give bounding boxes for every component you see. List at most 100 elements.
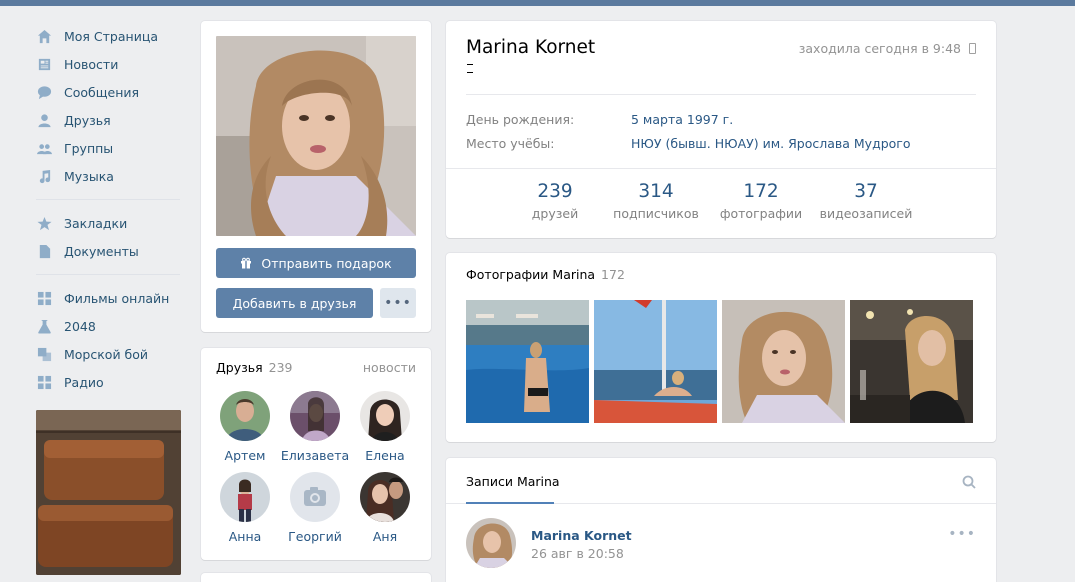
more-dots-icon: ••• <box>384 295 412 311</box>
add-friend-label: Добавить в друзья <box>232 295 357 311</box>
home-icon <box>36 28 52 44</box>
nav-item-label: Фильмы онлайн <box>64 290 170 306</box>
photo-thumbnail[interactable] <box>722 300 845 423</box>
nav-item-label: Радио <box>64 374 104 390</box>
online-status: заходила сегодня в 9:48 <box>799 41 976 56</box>
counter-followers[interactable]: 314 подписчиков <box>605 181 707 221</box>
friend-name[interactable]: Аня <box>373 529 397 544</box>
friend-avatar[interactable] <box>360 472 410 522</box>
photo-thumbnail[interactable] <box>466 300 589 423</box>
nav-item-label: Друзья <box>64 112 111 128</box>
friend-avatar-placeholder[interactable] <box>290 472 340 522</box>
friend-item[interactable]: Артем <box>210 391 280 463</box>
camera-icon <box>290 472 340 522</box>
nav-item-groups[interactable]: Группы <box>30 134 182 162</box>
friends-grid: Артем Елизавета Елена Анна Георгий Аня <box>210 391 422 544</box>
photos-title: Фотографии Marina <box>466 267 596 282</box>
next-block-stub <box>201 573 431 582</box>
friends-count: 239 <box>268 360 293 375</box>
photos-row <box>466 300 973 423</box>
nav-item-sea-battle[interactable]: Морской бой <box>30 340 182 368</box>
study-value[interactable]: НЮУ (бывш. НЮАУ) им. Ярослава Мудрого <box>631 136 911 151</box>
friend-avatar[interactable] <box>360 391 410 441</box>
nav-item-label: Моя Страница <box>64 28 158 44</box>
document-icon <box>36 243 52 259</box>
search-icon[interactable] <box>962 475 976 489</box>
friend-avatar[interactable] <box>220 391 270 441</box>
profile-avatar-card: Отправить подарок Добавить в друзья ••• <box>201 21 431 332</box>
photos-count: 172 <box>601 267 625 282</box>
add-friend-button[interactable]: Добавить в друзья <box>216 288 373 318</box>
friend-item[interactable]: Елизавета <box>280 391 350 463</box>
friend-item[interactable]: Георгий <box>280 472 350 544</box>
friends-header[interactable]: Друзья 239 <box>216 360 293 375</box>
birthday-value[interactable]: 5 марта 1997 г. <box>631 112 733 127</box>
nav-item-label: Музыка <box>64 168 114 184</box>
profile-name: Marina Kornet <box>466 37 596 58</box>
counter-videos[interactable]: 37 видеозаписей <box>815 181 917 221</box>
nav-item-movies[interactable]: Фильмы онлайн <box>30 284 182 312</box>
app-grid-icon <box>36 290 52 306</box>
friends-icon <box>36 112 52 128</box>
game-icon <box>36 346 52 362</box>
nav-item-label: 2048 <box>64 318 96 334</box>
birthday-row: День рождения: 5 марта 1997 г. <box>466 112 733 127</box>
music-icon <box>36 168 52 184</box>
study-row: Место учёбы: НЮУ (бывш. НЮАУ) им. Яросла… <box>466 136 911 151</box>
wall-tab-posts[interactable]: Записи Marina <box>466 474 560 489</box>
gift-icon <box>241 257 252 269</box>
friend-avatar[interactable] <box>290 391 340 441</box>
photos-block: Фотографии Marina 172 <box>446 253 996 442</box>
post-date[interactable]: 26 авг в 20:58 <box>531 546 624 561</box>
nav-item-bookmarks[interactable]: Закладки <box>30 209 182 237</box>
nav-item-messages[interactable]: Сообщения <box>30 78 182 106</box>
counter-number: 172 <box>743 181 779 202</box>
nav-item-friends[interactable]: Друзья <box>30 106 182 134</box>
nav-divider <box>36 199 180 200</box>
nav-divider <box>36 274 180 275</box>
post-author-avatar[interactable] <box>466 518 516 568</box>
friend-name[interactable]: Елена <box>365 448 404 463</box>
study-label: Место учёбы: <box>466 136 555 151</box>
advertisement-image[interactable] <box>36 410 181 575</box>
online-status-text: заходила сегодня в 9:48 <box>798 41 961 56</box>
more-actions-button[interactable]: ••• <box>380 288 416 318</box>
send-gift-button[interactable]: Отправить подарок <box>216 248 416 278</box>
nav-item-news[interactable]: Новости <box>30 50 182 78</box>
friends-title: Друзья <box>216 360 263 375</box>
top-header-bar <box>0 0 1075 6</box>
photo-thumbnail[interactable] <box>594 300 717 423</box>
counters-divider <box>446 168 996 169</box>
nav-item-documents[interactable]: Документы <box>30 237 182 265</box>
profile-counters: 239 друзей 314 подписчиков 172 фотографи… <box>516 181 917 221</box>
status-placeholder[interactable] <box>467 64 473 73</box>
counter-number: 314 <box>638 181 674 202</box>
nav-item-my-page[interactable]: Моя Страница <box>30 22 182 50</box>
messages-icon <box>36 84 52 100</box>
friend-name[interactable]: Анна <box>229 529 262 544</box>
groups-icon <box>36 140 52 156</box>
profile-photo[interactable] <box>216 36 416 236</box>
counter-friends[interactable]: 239 друзей <box>515 181 595 221</box>
post-more-icon[interactable]: ••• <box>948 526 976 542</box>
birthday-label: День рождения: <box>466 112 575 127</box>
counter-photos[interactable]: 172 фотографии <box>713 181 809 221</box>
friend-item[interactable]: Аня <box>350 472 420 544</box>
friends-news-link[interactable]: новости <box>363 360 416 375</box>
post-author-name[interactable]: Marina Kornet <box>531 528 632 543</box>
friend-item[interactable]: Анна <box>210 472 280 544</box>
friend-name[interactable]: Артем <box>225 448 266 463</box>
friend-name[interactable]: Елизавета <box>281 448 349 463</box>
friend-name[interactable]: Георгий <box>288 529 342 544</box>
nav-item-label: Сообщения <box>64 84 140 100</box>
photos-header[interactable]: Фотографии Marina 172 <box>466 267 625 282</box>
nav-item-music[interactable]: Музыка <box>30 162 182 190</box>
nav-item-2048[interactable]: 2048 <box>30 312 182 340</box>
counter-label: подписчиков <box>613 206 699 221</box>
friend-item[interactable]: Елена <box>350 391 420 463</box>
nav-item-label: Закладки <box>64 215 128 231</box>
friend-avatar[interactable] <box>220 472 270 522</box>
nav-item-radio[interactable]: Радио <box>30 368 182 396</box>
photo-thumbnail[interactable] <box>850 300 973 423</box>
counter-label: видеозаписей <box>819 206 913 221</box>
